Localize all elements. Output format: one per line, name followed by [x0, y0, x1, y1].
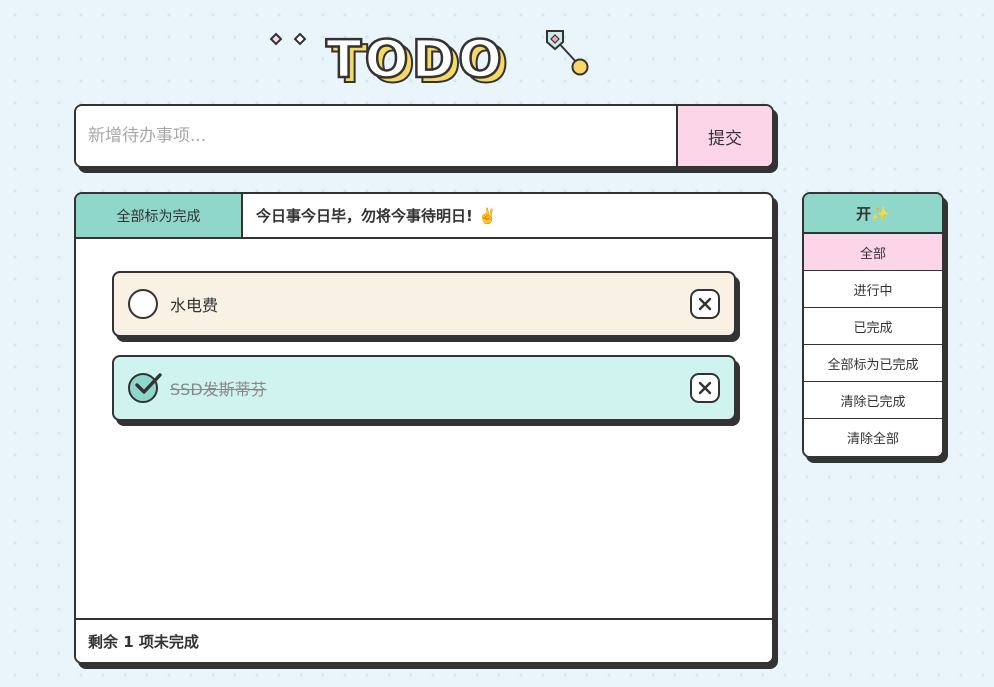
delete-button[interactable] [690, 373, 720, 403]
motto-text: 今日事今日毕，勿将今事待明日! ✌️ [256, 207, 497, 225]
todo-text: SSD发斯蒂芬 [170, 380, 267, 399]
todo-item[interactable]: 水电费 [112, 271, 736, 337]
mark-all-complete-button[interactable]: 全部标为完成 [76, 194, 243, 237]
diamond-icon [269, 32, 307, 46]
app-logo: TODO TODO [269, 29, 589, 88]
toggle-checkbox[interactable] [128, 289, 158, 319]
mark-all-completed-button[interactable]: 全部标为已完成 [804, 345, 942, 382]
clear-all-button[interactable]: 清除全部 [804, 419, 942, 456]
logo-text: TODO [326, 30, 505, 88]
submit-button[interactable]: 提交 [676, 106, 772, 166]
filter-all[interactable]: 全部 [804, 234, 942, 271]
check-icon [135, 373, 162, 394]
delete-button[interactable] [690, 289, 720, 319]
remaining-count: 剩余 1 项未完成 [76, 618, 772, 662]
new-todo-input[interactable] [76, 106, 676, 166]
close-icon [698, 297, 712, 311]
close-icon [698, 381, 712, 395]
toggle-checkbox[interactable] [128, 373, 162, 403]
filter-active[interactable]: 进行中 [804, 271, 942, 308]
filter-panel: 开✨ 全部 进行中 已完成 全部标为已完成 清除已完成 清除全部 [802, 192, 944, 458]
clear-completed-button[interactable]: 清除已完成 [804, 382, 942, 419]
new-todo-bar: 提交 [74, 104, 774, 168]
pin-icon [546, 30, 589, 76]
todo-list: 水电费 SSD发斯蒂芬 [76, 239, 772, 421]
panel-header: 全部标为完成 今日事今日毕，勿将今事待明日! ✌️ [76, 194, 772, 239]
filter-completed[interactable]: 已完成 [804, 308, 942, 345]
todo-item[interactable]: SSD发斯蒂芬 [112, 355, 736, 421]
todo-text: 水电费 [170, 296, 219, 315]
todo-panel: 全部标为完成 今日事今日毕，勿将今事待明日! ✌️ 水电费 SSD发斯蒂芬 剩余… [74, 192, 774, 664]
filter-panel-title: 开✨ [804, 194, 942, 234]
